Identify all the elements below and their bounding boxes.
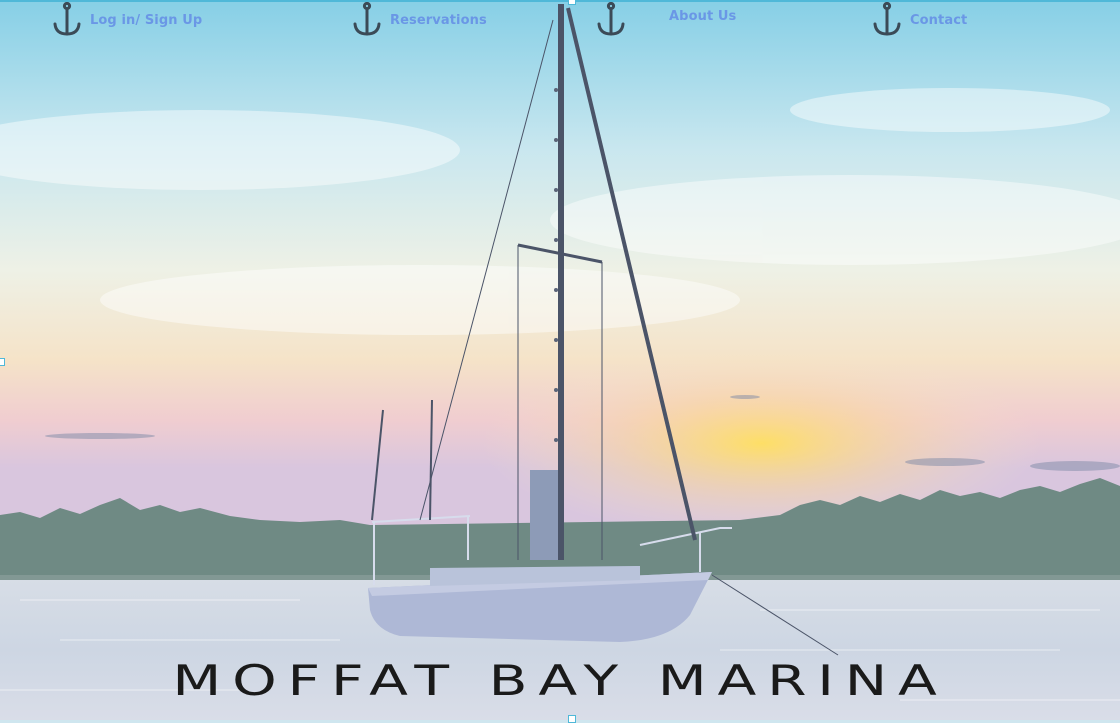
sailboat-sunset-scene xyxy=(0,0,1120,720)
resize-handle-left[interactable] xyxy=(0,358,5,366)
nav-login-signup[interactable]: Log in/ Sign Up xyxy=(52,1,203,38)
resize-handle-bottom[interactable] xyxy=(568,715,576,723)
hero-title: MOFFAT BAY MARINA xyxy=(172,656,948,705)
nav-label: About Us xyxy=(669,9,737,24)
nav-label: Reservations xyxy=(390,12,487,28)
nav-label: Contact xyxy=(910,12,968,28)
hero-background-image xyxy=(0,0,1120,720)
anchor-icon xyxy=(52,1,84,38)
anchor-icon xyxy=(352,1,384,38)
nav-about-us[interactable]: About Us xyxy=(669,9,736,24)
anchor-icon xyxy=(596,1,628,38)
nav-contact[interactable]: Contact xyxy=(872,1,968,38)
nav-reservations[interactable]: Reservations xyxy=(352,1,487,38)
nav-label: Log in/ Sign Up xyxy=(90,12,203,28)
anchor-icon xyxy=(872,1,904,38)
resize-handle-top[interactable] xyxy=(568,0,576,5)
